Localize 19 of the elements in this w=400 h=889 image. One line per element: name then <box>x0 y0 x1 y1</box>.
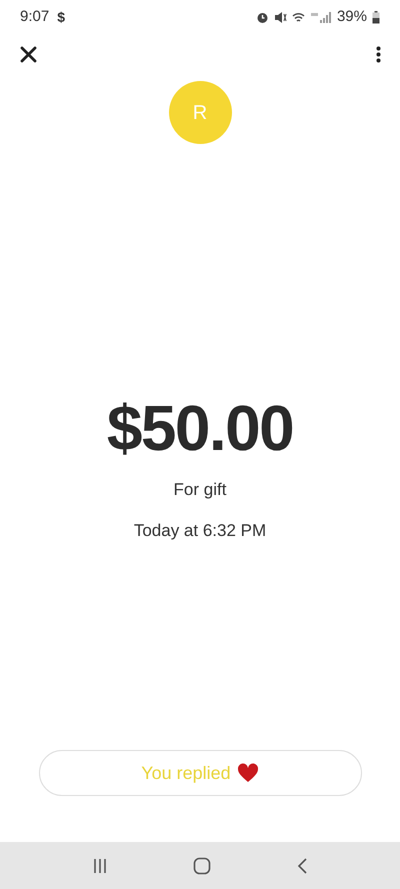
status-time: 9:07 <box>20 6 50 27</box>
payment-amount: $50.00 <box>106 396 294 460</box>
payment-time: Today at 6:32 PM <box>134 520 266 542</box>
payment-note: For gift <box>174 479 226 501</box>
wifi-icon <box>292 10 305 24</box>
back-button[interactable] <box>296 856 308 874</box>
alarm-icon <box>256 10 269 24</box>
more-options-button[interactable] <box>374 44 382 64</box>
mute-icon <box>274 10 287 24</box>
battery-percentage: 39% <box>336 6 367 27</box>
home-button[interactable] <box>192 856 211 874</box>
heart-icon <box>236 763 259 783</box>
reply-button[interactable]: You replied <box>38 750 362 796</box>
close-button[interactable] <box>18 44 38 64</box>
signal-icon <box>310 10 332 24</box>
avatar: R <box>168 81 232 144</box>
recent-apps-button[interactable] <box>92 858 108 874</box>
battery-icon <box>372 10 380 24</box>
app-notification-glyph: $ <box>57 8 65 26</box>
